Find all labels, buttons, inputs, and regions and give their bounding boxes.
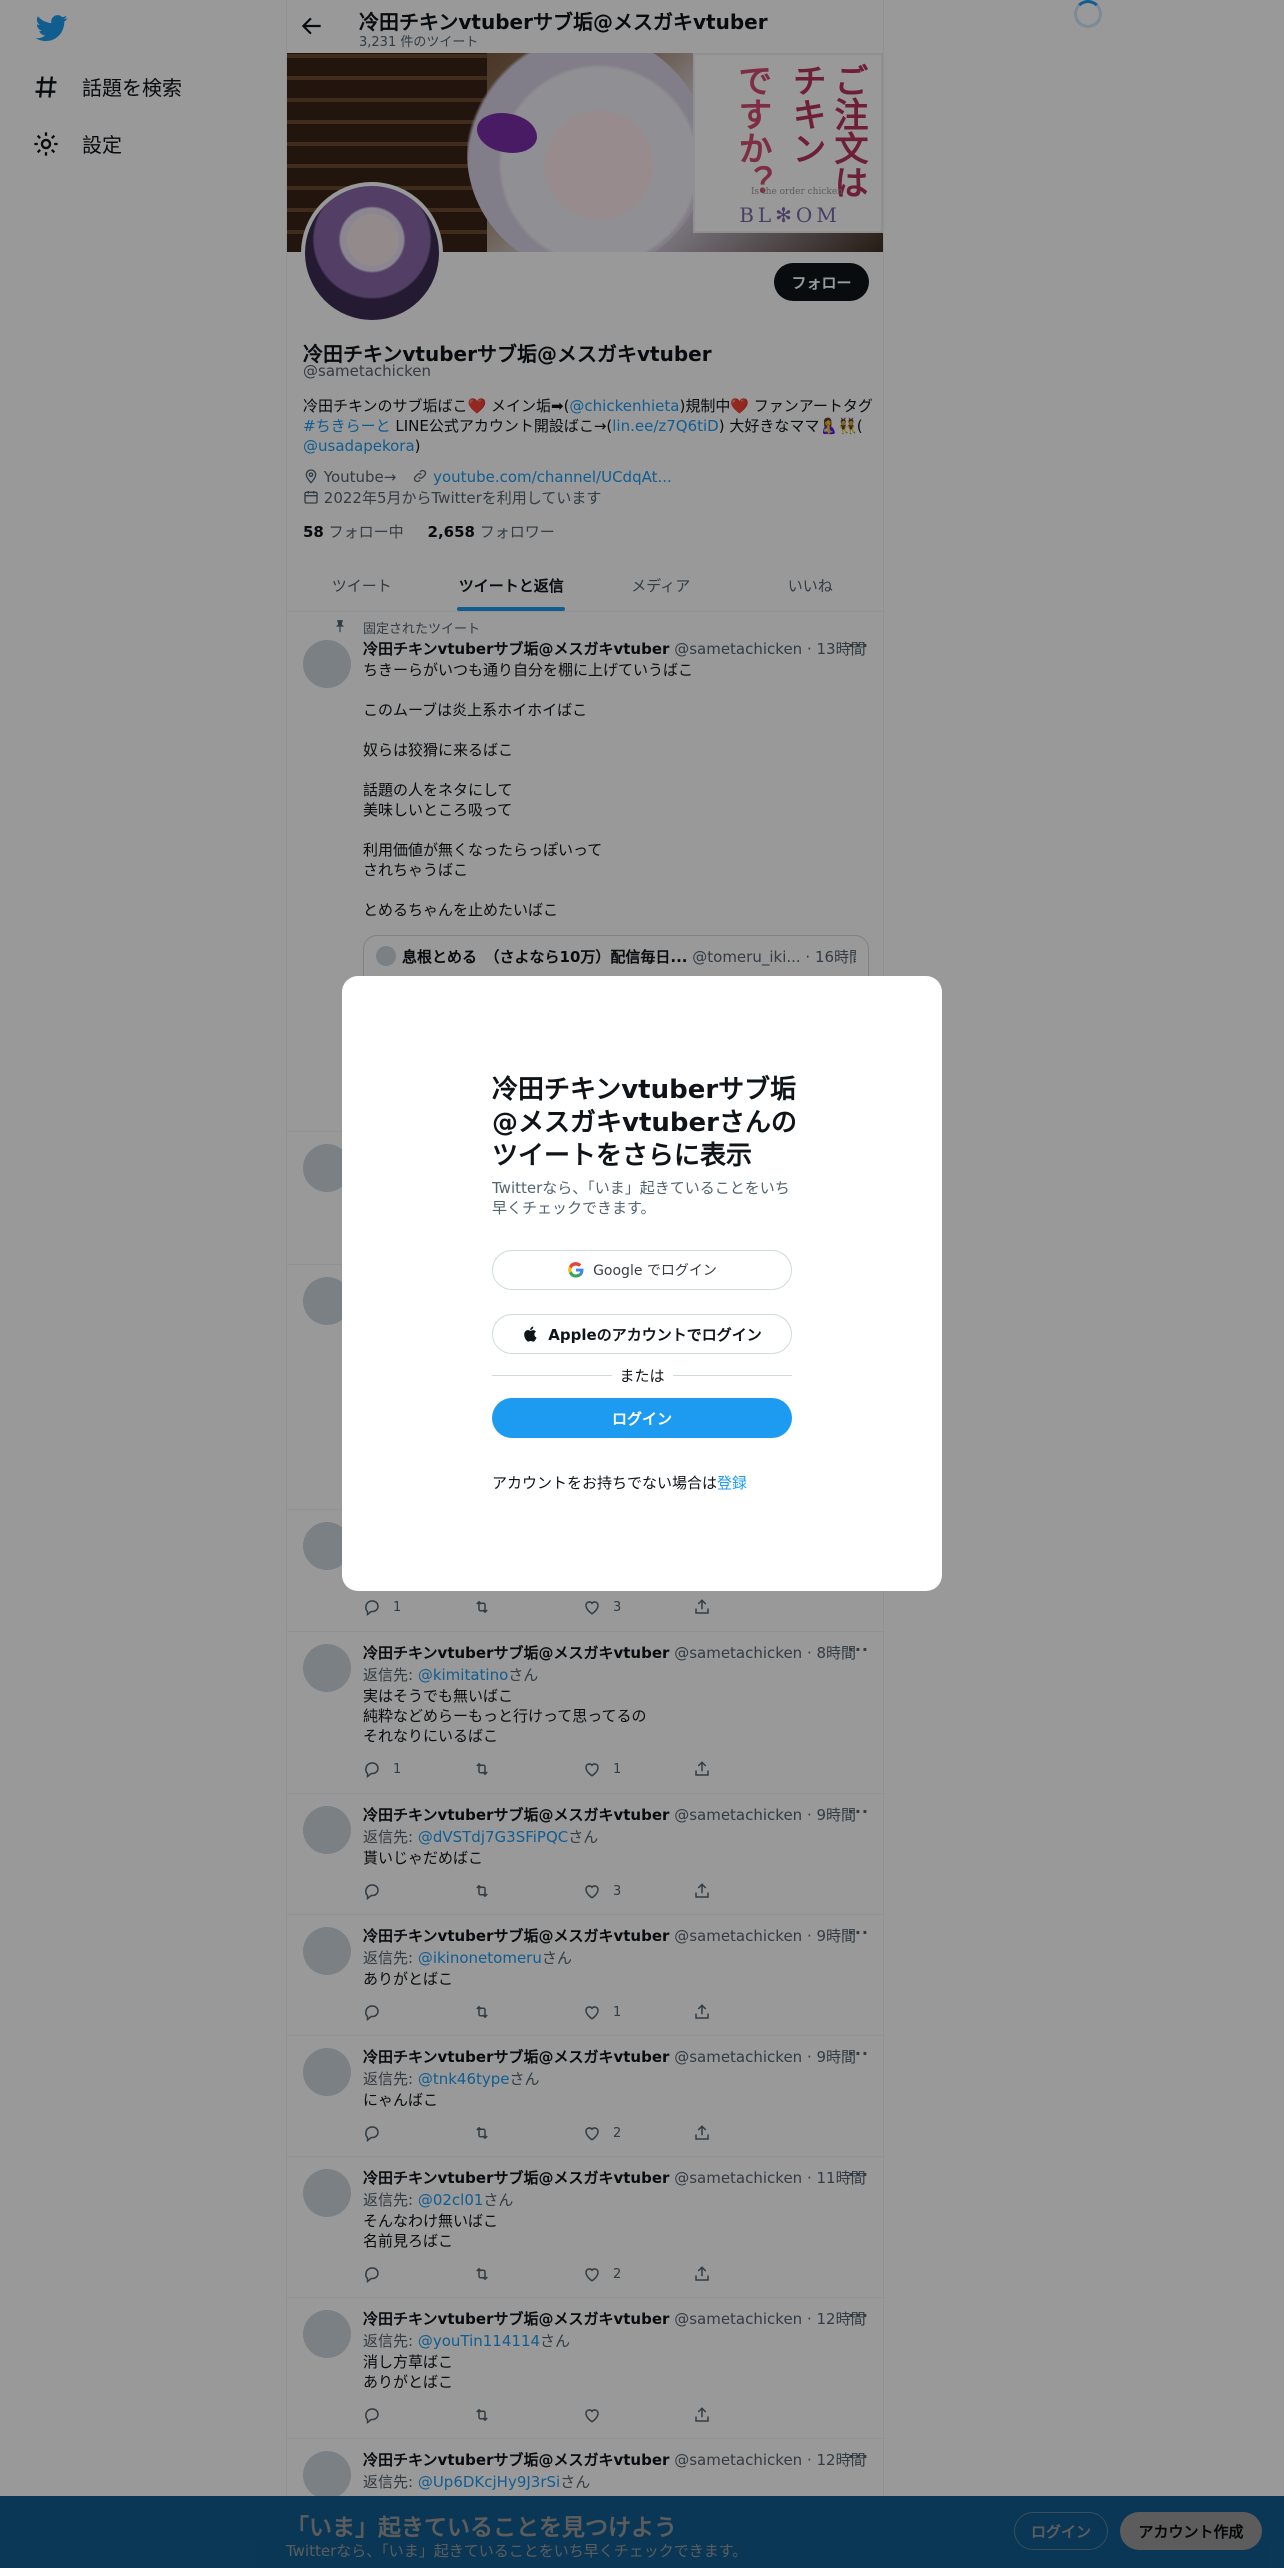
divider-line <box>492 1375 612 1376</box>
modal-title: 冷田チキンvtuberサブ垢@メスガキvtuberさんのツイートをさらに表示 <box>492 1075 797 1171</box>
apple-login-label: Appleのアカウントでログイン <box>548 1325 762 1344</box>
google-login-button[interactable]: Google でログイン <box>492 1250 792 1290</box>
modal-subtitle: Twitterなら、「いま」起きていることをいち早くチェックできます。 <box>492 1179 790 1217</box>
apple-icon <box>524 1326 537 1342</box>
divider-line <box>672 1375 793 1376</box>
bottom-bar-dim <box>0 2496 1284 2568</box>
signup-link[interactable]: 登録 <box>717 1474 747 1492</box>
modal-login-button[interactable]: ログイン <box>492 1398 792 1438</box>
modal-signup-prompt: アカウントをお持ちでない場合は登録 <box>492 1472 747 1493</box>
login-modal: 冷田チキンvtuberサブ垢@メスガキvtuberさんのツイートをさらに表示 T… <box>342 976 942 1591</box>
signup-prefix: アカウントをお持ちでない場合は <box>492 1474 718 1492</box>
modal-divider: または <box>492 1365 793 1386</box>
google-icon <box>568 1262 584 1278</box>
divider-or-label: または <box>619 1367 665 1385</box>
apple-login-button[interactable]: Appleのアカウントでログイン <box>492 1314 792 1354</box>
google-login-label: Google でログイン <box>593 1263 717 1279</box>
